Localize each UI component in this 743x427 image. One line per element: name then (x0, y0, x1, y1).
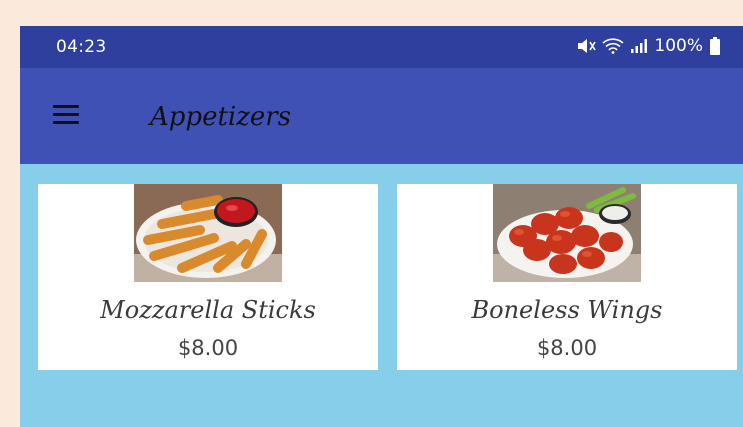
app-bar: Appetizers (20, 68, 743, 164)
page-title: Appetizers (150, 102, 292, 132)
status-icons: 100% (576, 36, 721, 56)
signal-icon (631, 39, 648, 53)
hamburger-menu-icon[interactable] (53, 105, 79, 125)
item-price: $8.00 (177, 336, 239, 360)
phone-screen: 04:23 100% Appetizers Mozzarella Sticks … (20, 26, 743, 427)
menu-item-card-boneless-wings[interactable]: Boneless Wings $8.00 (397, 184, 737, 370)
battery-icon (710, 37, 720, 55)
mute-icon (578, 39, 597, 53)
status-time: 04:23 (56, 37, 107, 57)
battery-percent: 100% (654, 36, 703, 56)
menu-item-card-mozzarella-sticks[interactable]: Mozzarella Sticks $8.00 (38, 184, 378, 370)
status-bar: 04:23 100% (20, 26, 743, 68)
item-name: Boneless Wings (471, 296, 663, 324)
boneless-wings-photo (493, 184, 641, 282)
wifi-icon (602, 38, 624, 54)
item-name: Mozzarella Sticks (100, 296, 316, 324)
mozzarella-sticks-photo (134, 184, 282, 282)
item-price: $8.00 (536, 336, 598, 360)
